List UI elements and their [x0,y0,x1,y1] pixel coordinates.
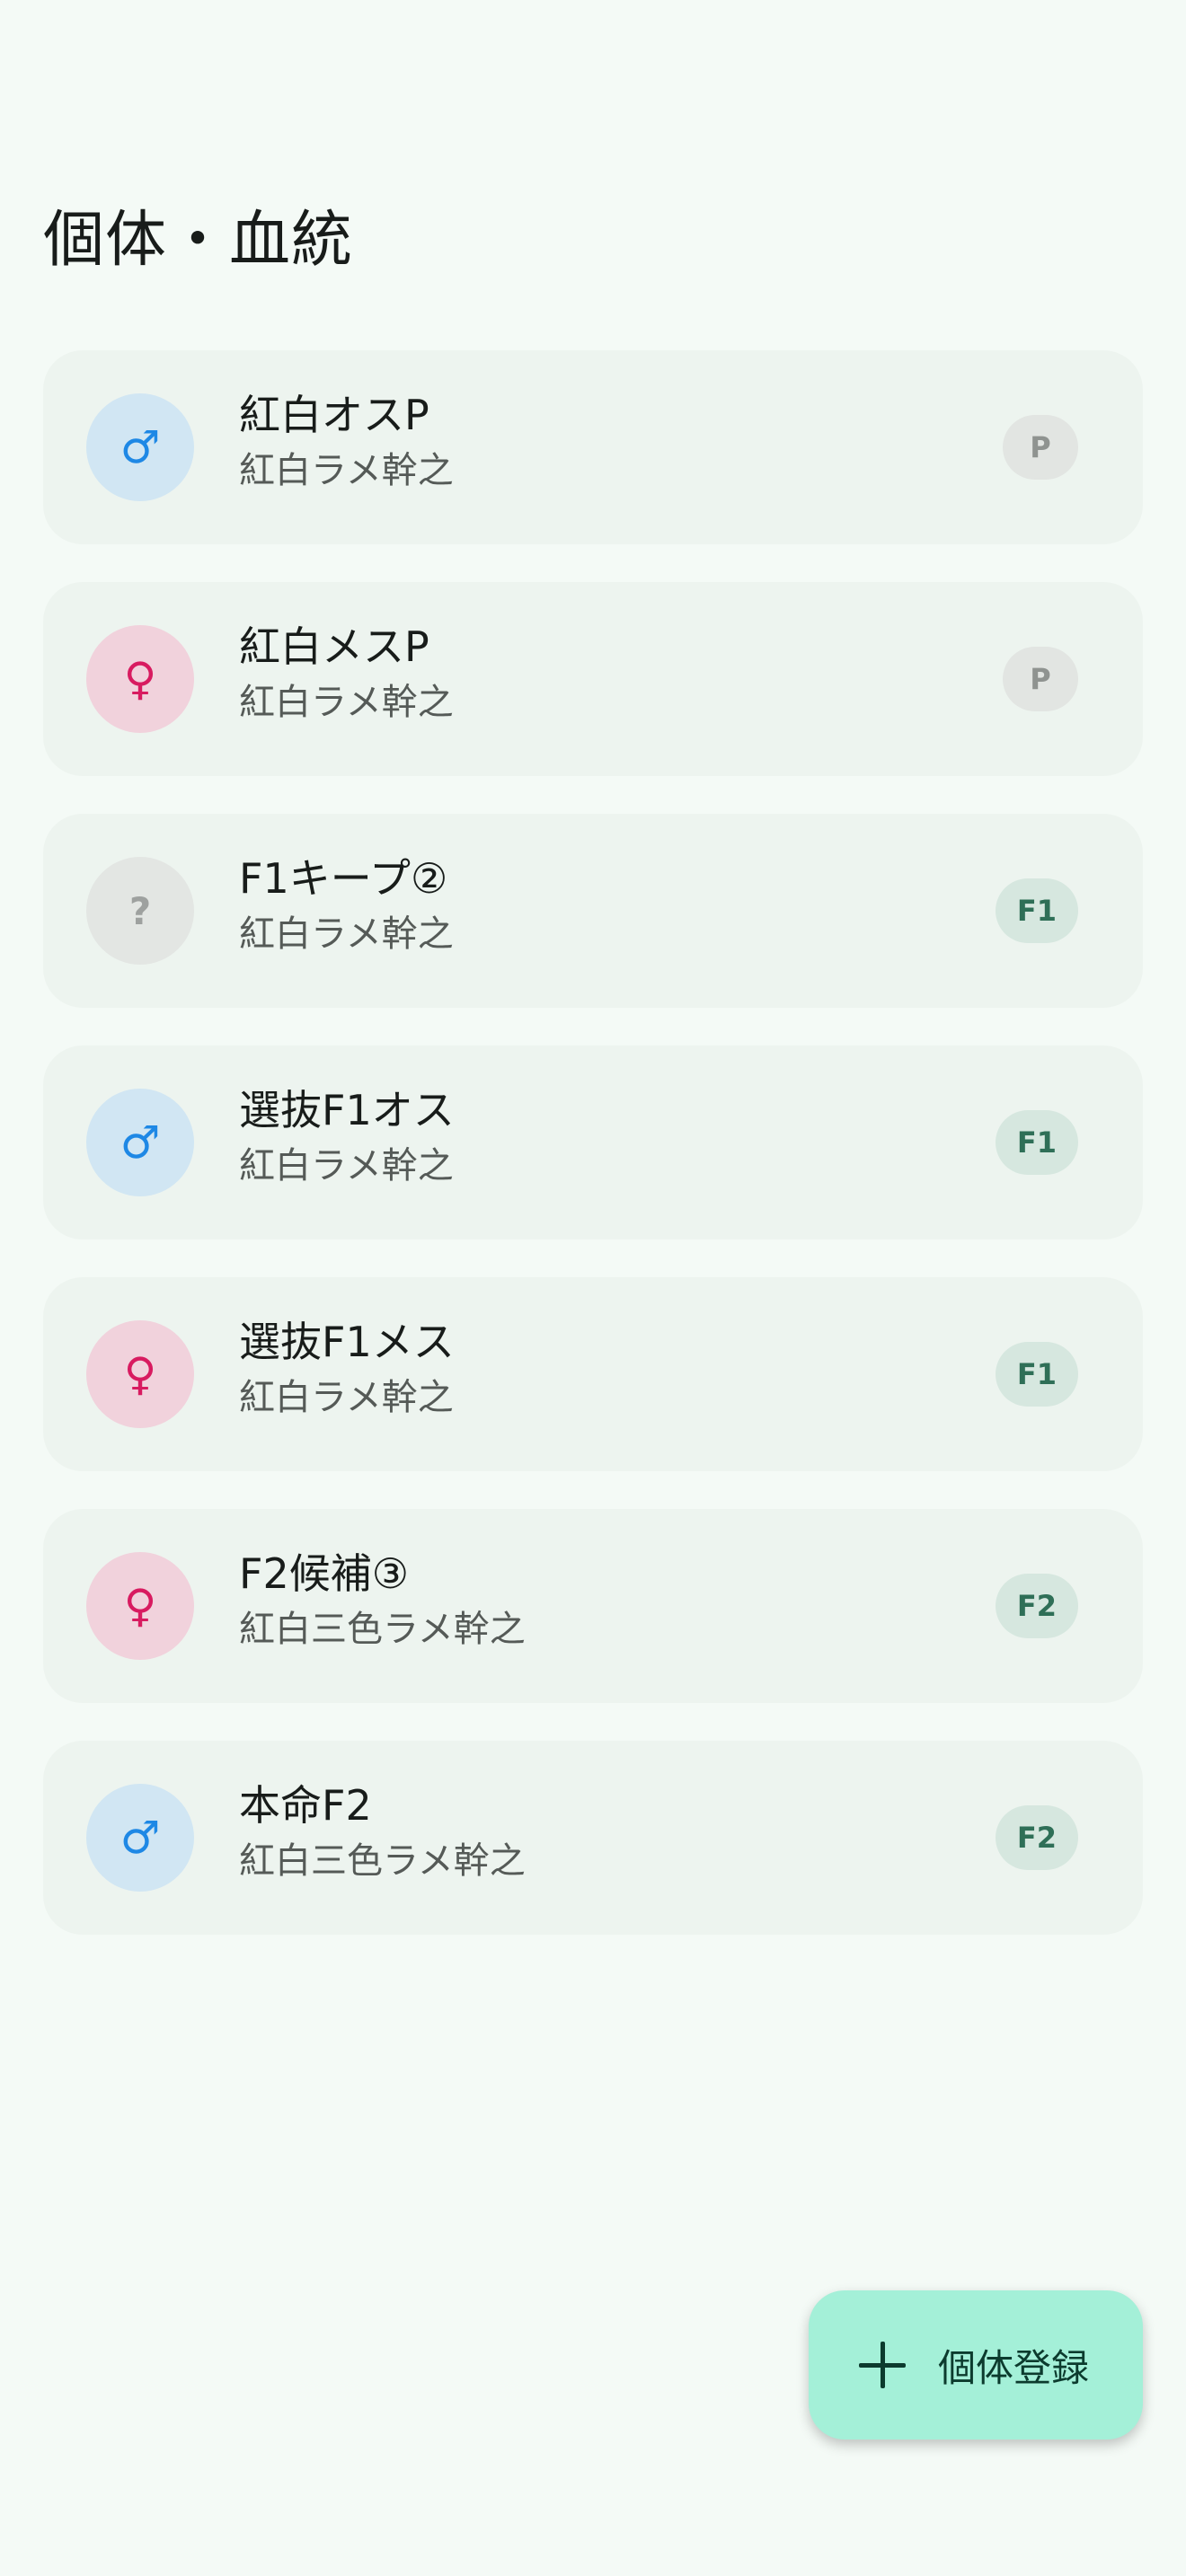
individual-card[interactable]: ♂ 選抜F1オス 紅白ラメ幹之 F1 [43,1045,1143,1239]
individual-card[interactable]: ♀ 選抜F1メス 紅白ラメ幹之 F1 [43,1277,1143,1471]
individual-lineage: 紅白三色ラメ幹之 [239,1840,526,1882]
generation-badge: F2 [995,1805,1078,1870]
individual-text: 紅白オスP 紅白ラメ幹之 [239,386,454,498]
individual-lineage: 紅白ラメ幹之 [239,1145,454,1187]
individual-lineage: 紅白ラメ幹之 [239,682,454,723]
generation-badge: F1 [995,1110,1078,1175]
generation-badge: P [1003,415,1078,480]
individual-card[interactable]: ? F1キープ② 紅白ラメ幹之 F1 [43,814,1143,1008]
individual-text: 本命F2 紅白三色ラメ幹之 [239,1777,526,1888]
female-icon: ♀ [86,625,194,733]
individual-name: 選抜F1オス [239,1086,455,1134]
individual-lineage: 紅白ラメ幹之 [239,450,454,491]
individual-name: F1キープ② [239,854,448,903]
male-icon: ♂ [86,1784,194,1892]
individual-card[interactable]: ♀ 紅白メスP 紅白ラメ幹之 P [43,582,1143,776]
individual-name: 本命F2 [239,1781,372,1830]
individual-name: 選抜F1メス [239,1318,455,1366]
individual-lineage: 紅白三色ラメ幹之 [239,1609,526,1650]
unknown-sex-icon: ? [86,857,194,965]
individual-name: F2候補③ [239,1549,409,1598]
individual-text: F2候補③ 紅白三色ラメ幹之 [239,1545,526,1656]
individual-card[interactable]: ♀ F2候補③ 紅白三色ラメ幹之 F2 [43,1509,1143,1703]
individual-card[interactable]: ♂ 紅白オスP 紅白ラメ幹之 P [43,350,1143,544]
individual-list: ♂ 紅白オスP 紅白ラメ幹之 P ♀ 紅白メスP 紅白ラメ幹之 P ? F1キー… [43,350,1143,1972]
female-icon: ♀ [86,1552,194,1660]
individual-text: 選抜F1オス 紅白ラメ幹之 [239,1081,455,1193]
register-individual-button[interactable]: 個体登録 [809,2290,1143,2439]
plus-icon [859,2342,906,2388]
individual-lineage: 紅白ラメ幹之 [239,1377,454,1418]
register-individual-label: 個体登録 [938,2345,1090,2390]
individual-text: 選抜F1メス 紅白ラメ幹之 [239,1313,455,1425]
individual-text: 紅白メスP 紅白ラメ幹之 [239,618,454,729]
individual-lineage: 紅白ラメ幹之 [239,913,454,955]
generation-badge: F2 [995,1574,1078,1638]
generation-badge: F1 [995,1342,1078,1407]
generation-badge: P [1003,647,1078,711]
individual-name: 紅白メスP [239,622,429,671]
individual-name: 紅白オスP [239,391,429,439]
female-icon: ♀ [86,1320,194,1428]
page-title: 個体・血統 [43,205,354,276]
individual-card[interactable]: ♂ 本命F2 紅白三色ラメ幹之 F2 [43,1741,1143,1935]
individuals-screen: 個体・血統 ♂ 紅白オスP 紅白ラメ幹之 P ♀ 紅白メスP 紅白ラメ幹之 P … [0,0,1186,2576]
male-icon: ♂ [86,393,194,501]
individual-text: F1キープ② 紅白ラメ幹之 [239,850,454,961]
generation-badge: F1 [995,878,1078,943]
male-icon: ♂ [86,1089,194,1196]
